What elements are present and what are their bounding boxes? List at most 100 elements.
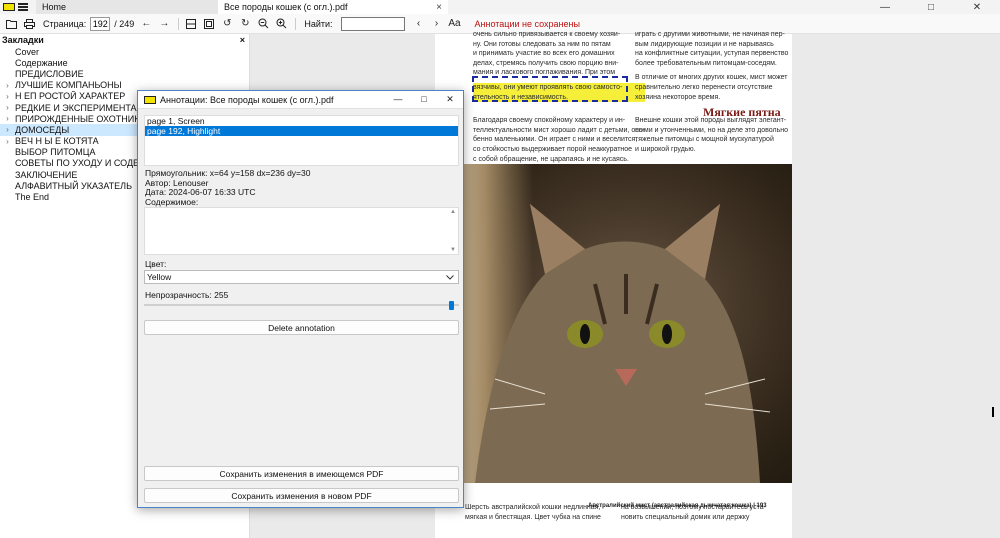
text-line: тяжелые питомцы с мощной мускулатурой bbox=[635, 136, 774, 144]
opacity-slider-thumb[interactable] bbox=[449, 301, 454, 310]
text-line: очень сильно привязывается к своему хозя… bbox=[473, 31, 621, 38]
app-logo-icon bbox=[144, 95, 156, 104]
dialog-minimize-icon[interactable]: — bbox=[385, 94, 411, 105]
text-line: и широкой грудью. bbox=[635, 145, 696, 153]
content-textarea[interactable]: ▲ ▼ bbox=[144, 207, 459, 255]
scroll-up-icon[interactable]: ▲ bbox=[450, 209, 456, 215]
tab-home-label: Home bbox=[42, 2, 67, 12]
bookmark-item[interactable]: Cover bbox=[0, 46, 249, 57]
bookmark-label: ДОМОСЕДЫ bbox=[15, 124, 70, 135]
text-line: делах, стремясь получить свою порцию вни… bbox=[473, 59, 619, 67]
text-cursor-icon bbox=[992, 407, 994, 417]
fit-page-icon[interactable] bbox=[201, 16, 217, 32]
annotation-date: Дата: 2024-06-07 16:33 UTC bbox=[145, 187, 256, 197]
text-line: В отличие от многих других кошек, мист м… bbox=[635, 74, 788, 82]
forward-arrow-icon[interactable]: → bbox=[156, 16, 172, 32]
text-line: Шерсть австралийской кошки недлинная, bbox=[465, 504, 601, 511]
text-line: новить специальный домик или держку bbox=[621, 513, 750, 521]
find-next-icon[interactable]: › bbox=[429, 16, 445, 32]
toolbar-separator bbox=[295, 17, 297, 30]
toolbar-separator bbox=[178, 17, 180, 30]
title-bar: Home Все породы кошек (с огл.).pdf × — □… bbox=[0, 0, 1000, 14]
bookmark-item[interactable]: ПРЕДИСЛОВИЕ bbox=[0, 68, 249, 79]
scroll-down-icon[interactable]: ▼ bbox=[450, 247, 456, 253]
minimize-icon[interactable]: — bbox=[862, 2, 908, 13]
single-page-view-icon[interactable] bbox=[183, 16, 199, 32]
zoom-in-icon[interactable] bbox=[273, 16, 289, 32]
bookmarks-close-icon[interactable]: × bbox=[240, 35, 245, 45]
text-line: Благодаря своему спокойному характеру и … bbox=[473, 117, 626, 125]
bookmark-label: ПРЕДИСЛОВИЕ bbox=[15, 68, 84, 79]
tab-document[interactable]: Все породы кошек (с огл.).pdf × bbox=[218, 0, 448, 14]
find-input[interactable] bbox=[340, 16, 405, 31]
save-existing-pdf-button[interactable]: Сохранить изменения в имеющемся PDF bbox=[144, 466, 459, 481]
dialog-maximize-icon[interactable]: □ bbox=[411, 94, 437, 105]
color-select[interactable]: Yellow bbox=[144, 270, 459, 284]
tab-document-label: Все породы кошек (с огл.).pdf bbox=[224, 2, 348, 12]
chevron-right-icon[interactable]: › bbox=[0, 114, 15, 123]
bookmark-label: ЗАКЛЮЧЕНИЕ bbox=[15, 169, 78, 180]
cat-photo bbox=[435, 164, 792, 483]
annotation-item-selected[interactable]: page 192, Highlight bbox=[145, 126, 458, 136]
text-line: вым лидирующие позиции и не нарываясь bbox=[635, 40, 774, 48]
print-icon[interactable] bbox=[21, 16, 37, 32]
chevron-right-icon[interactable]: › bbox=[0, 81, 15, 90]
bookmark-label: Н ЕП РОСТОЙ ХАРАКТЕР bbox=[15, 91, 126, 102]
save-new-pdf-button[interactable]: Сохранить изменения в новом PDF bbox=[144, 488, 459, 503]
text-line: на конфликтные ситуации, уступая первенс… bbox=[635, 50, 789, 58]
text-line: сравнительно легко перенести отсутствие bbox=[635, 83, 773, 91]
opacity-slider-track[interactable] bbox=[144, 304, 459, 306]
annotation-item[interactable]: page 1, Screen bbox=[145, 116, 458, 126]
chevron-right-icon[interactable]: › bbox=[0, 92, 15, 101]
text-line: мягкая и блестящая. Цвет чубка на спине bbox=[465, 513, 601, 521]
bookmark-label: ПРИРОЖДЕННЫЕ ОХОТНИКИ bbox=[15, 113, 146, 124]
chevron-right-icon[interactable]: › bbox=[0, 137, 15, 146]
chevron-down-icon bbox=[446, 274, 454, 280]
pdf-page-bottom: Шерсть австралийской кошки недлинная, мя… bbox=[435, 483, 792, 538]
dialog-title-bar[interactable]: Аннотации: Все породы кошек (с огл.).pdf… bbox=[138, 91, 463, 109]
photo-caption: Австралийский мист (австралийская дымчат… bbox=[588, 503, 767, 509]
bookmark-item[interactable]: Содержание bbox=[0, 57, 249, 68]
app-logo-icon bbox=[3, 3, 15, 11]
text-line: ну. Они готовы следовать за ним по пятам bbox=[473, 40, 611, 48]
text-line: со стойкостью выдерживает порой неаккура… bbox=[473, 145, 633, 153]
open-file-icon[interactable] bbox=[3, 16, 19, 32]
chevron-right-icon[interactable]: › bbox=[0, 103, 15, 112]
dialog-close-icon[interactable]: ✕ bbox=[437, 94, 463, 105]
maximize-icon[interactable]: □ bbox=[908, 2, 954, 13]
zoom-out-icon[interactable] bbox=[255, 16, 271, 32]
bookmarks-header: Закладки × bbox=[0, 34, 249, 46]
find-previous-icon[interactable]: ‹ bbox=[411, 16, 427, 32]
chevron-right-icon[interactable]: › bbox=[0, 125, 15, 134]
match-case-icon[interactable]: Aa bbox=[447, 16, 463, 32]
bookmark-label: Содержание bbox=[15, 57, 68, 68]
tab-home[interactable]: Home bbox=[36, 0, 218, 14]
delete-annotation-button[interactable]: Delete annotation bbox=[144, 320, 459, 335]
text-line: с собой обращение, не царапаясь и не кус… bbox=[473, 155, 629, 163]
text-line: и принимать участие во всех его домашних bbox=[473, 50, 615, 58]
back-arrow-icon[interactable]: ← bbox=[138, 16, 154, 32]
page-label: Страница: bbox=[43, 18, 87, 29]
annotation-selection-box[interactable] bbox=[472, 76, 628, 102]
bookmark-label: ВЫБОР ПИТОМЦА bbox=[15, 147, 96, 158]
find-label: Найти: bbox=[304, 18, 333, 29]
close-icon[interactable]: ✕ bbox=[954, 2, 1000, 13]
bookmark-label: Cover bbox=[15, 46, 40, 57]
annotation-list[interactable]: page 1, Screen page 192, Highlight bbox=[144, 115, 459, 166]
color-select-value: Yellow bbox=[147, 272, 172, 282]
rotate-left-icon[interactable]: ↺ bbox=[219, 16, 235, 32]
bottom-left-text: Шерсть австралийской кошки недлинная, мя… bbox=[465, 503, 601, 522]
text-line: бенно маленькими. Он играет с ними и вес… bbox=[473, 136, 638, 144]
rotate-right-icon[interactable]: ↻ bbox=[237, 16, 253, 32]
text-line: более требовательным питомцам-соседям. bbox=[635, 59, 777, 67]
content-label: Содержимое: bbox=[145, 197, 199, 207]
opacity-label: Непрозрачность: 255 bbox=[145, 290, 229, 300]
color-label: Цвет: bbox=[145, 259, 167, 269]
bookmark-label: ВЕЧ Н Ы Е КОТЯТА bbox=[15, 136, 99, 147]
text-line: теллектуальности мист хорошо ладит с дет… bbox=[473, 126, 646, 134]
dialog-title: Аннотации: Все породы кошек (с огл.).pdf bbox=[160, 94, 334, 105]
annotation-rect: Прямоугольник: x=64 y=158 dx=236 dy=30 bbox=[145, 168, 311, 178]
page-number-input[interactable] bbox=[90, 16, 111, 31]
menu-icon[interactable] bbox=[18, 3, 28, 11]
tab-close-icon[interactable]: × bbox=[436, 2, 442, 13]
